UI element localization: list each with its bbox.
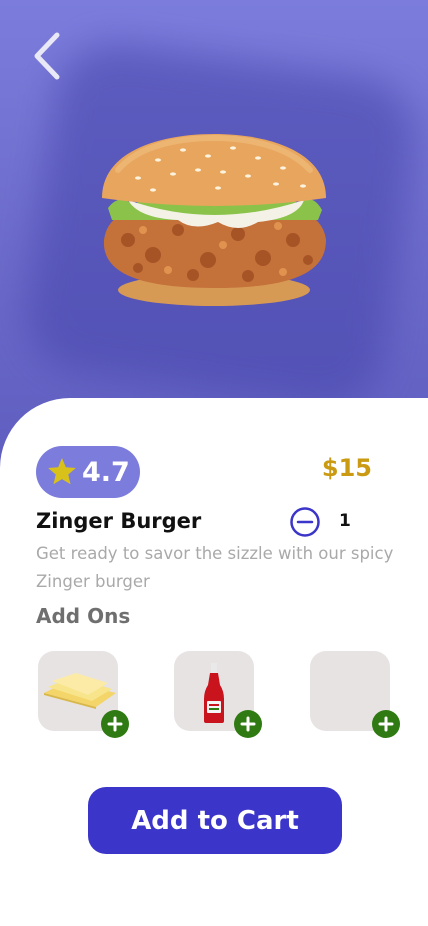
addons-heading: Add Ons [36, 604, 131, 628]
add-to-cart-button[interactable]: Add to Cart [88, 787, 342, 854]
chevron-left-icon [34, 32, 60, 80]
add-ketchup-button[interactable] [234, 710, 262, 738]
decrease-quantity-button[interactable] [289, 506, 321, 538]
product-name: Zinger Burger [36, 509, 202, 533]
product-description: Get ready to savor the sizzle with our s… [36, 544, 394, 591]
quantity-value: 1 [339, 511, 351, 531]
plus-icon [378, 716, 394, 732]
product-price: $15 [321, 454, 372, 482]
rating-badge: 4.7 [36, 446, 140, 498]
burger-image [102, 134, 326, 306]
back-button[interactable] [22, 28, 70, 84]
plus-icon [107, 716, 123, 732]
add-cheese-button[interactable] [101, 710, 129, 738]
add-addon-button[interactable] [372, 710, 400, 738]
star-icon [48, 458, 76, 485]
plus-icon [240, 716, 256, 732]
minus-circle-icon [290, 507, 320, 537]
rating-value: 4.7 [82, 456, 130, 488]
